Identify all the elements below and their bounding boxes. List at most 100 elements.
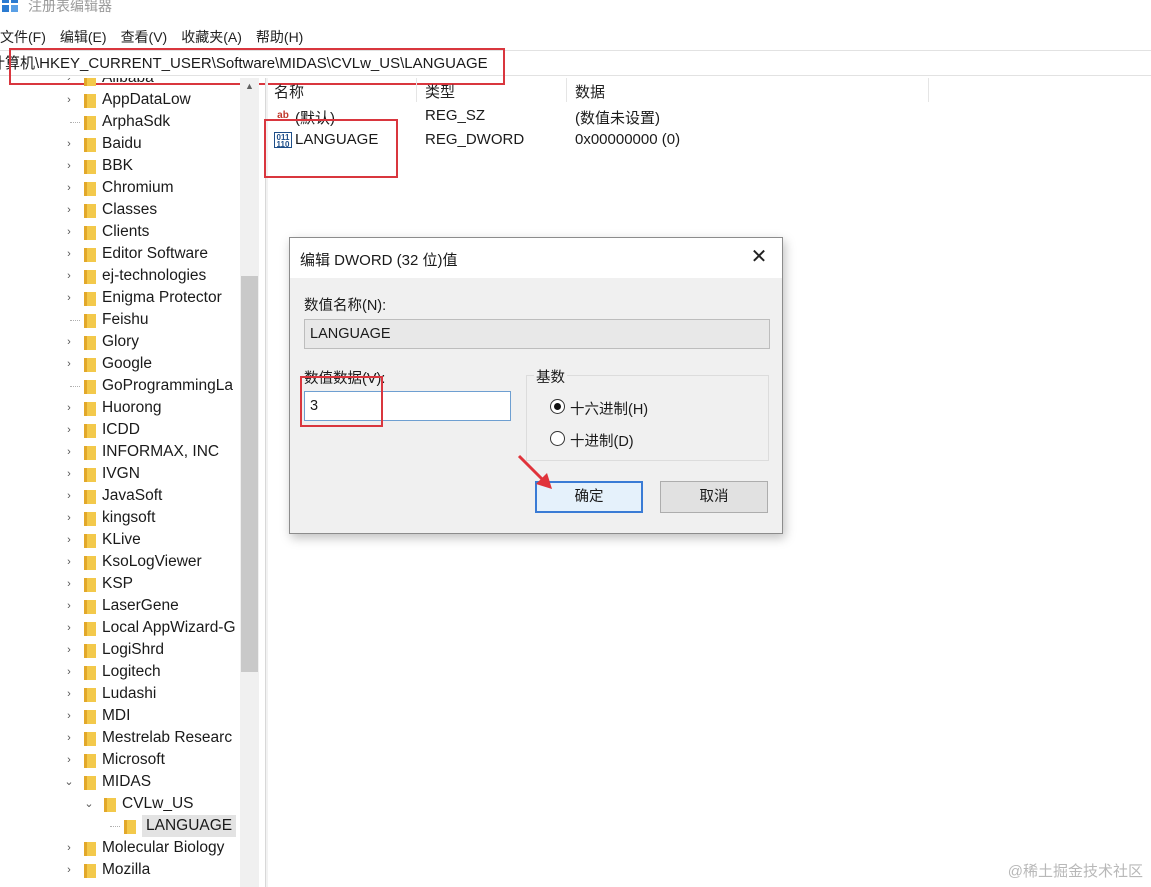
tree-item-appdatalow[interactable]: › AppDataLow	[0, 89, 240, 111]
tree-item-logitech[interactable]: › Logitech	[0, 661, 240, 683]
chevron-right-icon[interactable]: ›	[62, 595, 76, 617]
tree-item-kingsoft[interactable]: › kingsoft	[0, 507, 240, 529]
tree-connector	[110, 826, 120, 827]
chevron-right-icon[interactable]: ›	[62, 353, 76, 375]
chevron-right-icon[interactable]: ›	[62, 617, 76, 639]
chevron-right-icon[interactable]: ›	[62, 639, 76, 661]
chevron-right-icon[interactable]: ›	[62, 78, 76, 89]
tree-item-klive[interactable]: › KLive	[0, 529, 240, 551]
tree-item-ivgn[interactable]: › IVGN	[0, 463, 240, 485]
chevron-right-icon[interactable]: ›	[62, 529, 76, 551]
tree-item-bbk[interactable]: › BBK	[0, 155, 240, 177]
chevron-right-icon[interactable]: ›	[62, 859, 76, 881]
value-row-language[interactable]: 011 110 LANGUAGE REG_DWORD 0x00000000 (0)	[268, 128, 1151, 152]
chevron-right-icon[interactable]: ›	[62, 837, 76, 859]
tree-item-ludashi[interactable]: › Ludashi	[0, 683, 240, 705]
chevron-right-icon[interactable]: ›	[62, 463, 76, 485]
menu-edit[interactable]: 编辑(E)	[60, 26, 107, 48]
column-divider[interactable]	[566, 78, 567, 102]
tree-item-midas[interactable]: ⌄ MIDAS	[0, 771, 240, 793]
tree-item-enigma-protector[interactable]: › Enigma Protector	[0, 287, 240, 309]
chevron-right-icon[interactable]: ›	[62, 265, 76, 287]
menu-view[interactable]: 查看(V)	[121, 26, 168, 48]
chevron-right-icon[interactable]: ›	[62, 89, 76, 111]
column-divider[interactable]	[416, 78, 417, 102]
chevron-right-icon[interactable]: ›	[62, 573, 76, 595]
radix-decimal-radio[interactable]	[550, 431, 565, 446]
chevron-right-icon[interactable]: ›	[62, 199, 76, 221]
column-divider[interactable]	[928, 78, 929, 102]
tree-item-mdi[interactable]: › MDI	[0, 705, 240, 727]
chevron-right-icon[interactable]: ›	[62, 287, 76, 309]
radix-decimal-label[interactable]: 十进制(D)	[570, 430, 634, 451]
value-row-default[interactable]: ab (默认) REG_SZ (数值未设置)	[268, 104, 1151, 128]
chevron-right-icon[interactable]: ›	[62, 705, 76, 727]
tree-item-alibaba[interactable]: › Alibaba	[0, 78, 240, 89]
tree-item-google[interactable]: › Google	[0, 353, 240, 375]
tree-item-cvlw-us[interactable]: ⌄ CVLw_US	[0, 793, 240, 815]
tree-item-language[interactable]: LANGUAGE	[0, 815, 240, 837]
chevron-right-icon[interactable]: ›	[62, 331, 76, 353]
tree-item-clients[interactable]: › Clients	[0, 221, 240, 243]
scroll-up-icon[interactable]: ▲	[240, 78, 259, 94]
radix-hex-radio[interactable]	[550, 399, 565, 414]
column-header-name[interactable]: 名称	[274, 81, 304, 102]
tree-item-classes[interactable]: › Classes	[0, 199, 240, 221]
chevron-right-icon[interactable]: ›	[62, 133, 76, 155]
tree-item-local-appwizard-g[interactable]: › Local AppWizard-G	[0, 617, 240, 639]
tree-item-goprogrammingla[interactable]: GoProgrammingLa	[0, 375, 240, 397]
column-header-data[interactable]: 数据	[575, 81, 605, 102]
chevron-right-icon[interactable]: ›	[62, 397, 76, 419]
close-icon[interactable]: ✕	[746, 244, 772, 270]
tree-item-editor-software[interactable]: › Editor Software	[0, 243, 240, 265]
tree-item-ksp[interactable]: › KSP	[0, 573, 240, 595]
tree-item-javasoft[interactable]: › JavaSoft	[0, 485, 240, 507]
tree-item-logishrd[interactable]: › LogiShrd	[0, 639, 240, 661]
tree-item-mestrelab-researc[interactable]: › Mestrelab Researc	[0, 727, 240, 749]
tree-item-informax-inc[interactable]: › INFORMAX, INC	[0, 441, 240, 463]
chevron-down-icon[interactable]: ⌄	[82, 793, 96, 815]
tree-item-chromium[interactable]: › Chromium	[0, 177, 240, 199]
chevron-right-icon[interactable]: ›	[62, 243, 76, 265]
chevron-down-icon[interactable]: ⌄	[62, 771, 76, 793]
chevron-right-icon[interactable]: ›	[62, 419, 76, 441]
chevron-right-icon[interactable]: ›	[62, 507, 76, 529]
tree-item-molecular-biology[interactable]: › Molecular Biology	[0, 837, 240, 859]
radix-hex-label[interactable]: 十六进制(H)	[570, 398, 648, 419]
tree-item-microsoft[interactable]: › Microsoft	[0, 749, 240, 771]
menu-favorites[interactable]: 收藏夹(A)	[181, 26, 242, 48]
chevron-right-icon[interactable]: ›	[62, 683, 76, 705]
chevron-right-icon[interactable]: ›	[62, 155, 76, 177]
chevron-right-icon[interactable]: ›	[62, 485, 76, 507]
tree-item-label: kingsoft	[102, 509, 156, 526]
tree-item-feishu[interactable]: Feishu	[0, 309, 240, 331]
tree-connector	[70, 320, 80, 321]
tree-item-glory[interactable]: › Glory	[0, 331, 240, 353]
tree-connector	[70, 386, 80, 387]
chevron-right-icon[interactable]: ›	[62, 551, 76, 573]
tree-item-mozilla[interactable]: › Mozilla	[0, 859, 240, 881]
tree-item-baidu[interactable]: › Baidu	[0, 133, 240, 155]
tree-item-icdd[interactable]: › ICDD	[0, 419, 240, 441]
chevron-right-icon[interactable]: ›	[62, 727, 76, 749]
tree-item-arphasdk[interactable]: ArphaSdk	[0, 111, 240, 133]
chevron-right-icon[interactable]: ›	[62, 661, 76, 683]
menu-help[interactable]: 帮助(H)	[256, 26, 303, 48]
tree-item-huorong[interactable]: › Huorong	[0, 397, 240, 419]
chevron-right-icon[interactable]: ›	[62, 177, 76, 199]
column-header-type[interactable]: 类型	[425, 81, 455, 102]
pane-splitter[interactable]	[265, 78, 268, 887]
tree-item-label: Huorong	[102, 399, 162, 416]
cancel-button[interactable]: 取消	[660, 481, 768, 513]
menu-file[interactable]: 文件(F)	[0, 26, 46, 48]
tree-scrollbar-thumb[interactable]	[241, 276, 258, 672]
folder-icon	[84, 600, 96, 614]
chevron-right-icon[interactable]: ›	[62, 749, 76, 771]
chevron-right-icon[interactable]: ›	[62, 441, 76, 463]
dialog-title-bar[interactable]: 编辑 DWORD (32 位)值 ✕	[290, 238, 782, 278]
tree-item-ksologviewer[interactable]: › KsoLogViewer	[0, 551, 240, 573]
tree-item-label: Feishu	[102, 311, 149, 328]
tree-item-ej-technologies[interactable]: › ej-technologies	[0, 265, 240, 287]
chevron-right-icon[interactable]: ›	[62, 221, 76, 243]
tree-item-lasergene[interactable]: › LaserGene	[0, 595, 240, 617]
